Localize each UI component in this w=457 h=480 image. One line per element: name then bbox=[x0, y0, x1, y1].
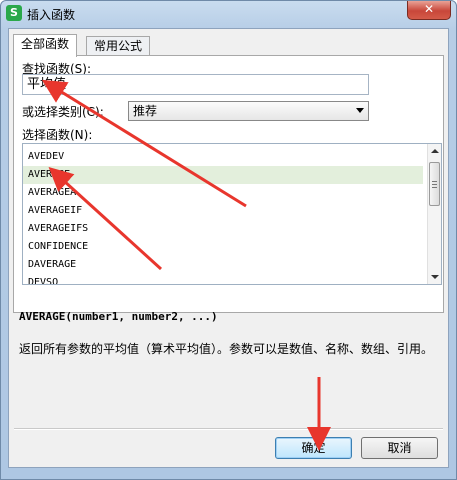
function-list-label: 选择函数(N): bbox=[22, 128, 93, 142]
insert-function-dialog: S 插入函数 ✕ 全部函数 常用公式 查找函数(S): 平均值 或选择类别(C)… bbox=[0, 0, 457, 480]
close-button[interactable]: ✕ bbox=[407, 1, 451, 20]
list-item[interactable]: AVERAGEIF bbox=[23, 202, 423, 220]
category-label: 或选择类别(C): bbox=[22, 105, 104, 119]
scroll-thumb[interactable] bbox=[429, 162, 440, 206]
list-scrollbar[interactable] bbox=[427, 144, 441, 284]
dialog-title: 插入函数 bbox=[27, 8, 76, 22]
list-item[interactable]: AVEDEV bbox=[23, 148, 423, 166]
list-item[interactable]: AVERAGEIFS bbox=[23, 220, 423, 238]
tab-all-functions[interactable]: 全部函数 bbox=[13, 34, 78, 57]
ok-button[interactable]: 确定 bbox=[275, 437, 352, 459]
app-logo-icon: S bbox=[6, 5, 22, 21]
function-syntax: AVERAGE(number1, number2, ...) bbox=[19, 310, 218, 323]
divider bbox=[14, 428, 443, 430]
tab-common-formulas[interactable]: 常用公式 bbox=[86, 36, 151, 57]
cancel-button[interactable]: 取消 bbox=[361, 437, 438, 459]
list-item-selected[interactable]: AVERAGE bbox=[23, 166, 423, 184]
search-input[interactable]: 平均值 bbox=[22, 74, 369, 95]
dialog-body: 全部函数 常用公式 查找函数(S): 平均值 或选择类别(C): 推荐 选择函数… bbox=[8, 28, 449, 468]
tab-panel: 查找函数(S): 平均值 或选择类别(C): 推荐 选择函数(N): AVEDE… bbox=[13, 55, 444, 313]
function-listbox[interactable]: AVEDEV AVERAGE AVERAGEA AVERAGEIF AVERAG… bbox=[22, 143, 442, 285]
title-bar[interactable]: S 插入函数 ✕ bbox=[1, 1, 456, 27]
function-description: 返回所有参数的平均值（算术平均值）。参数可以是数值、名称、数组、引用。 bbox=[19, 342, 434, 356]
category-select[interactable]: 推荐 bbox=[128, 101, 369, 121]
list-item[interactable]: DAVERAGE bbox=[23, 256, 423, 274]
scroll-up-icon[interactable] bbox=[428, 144, 441, 158]
chevron-down-icon bbox=[356, 108, 364, 113]
category-selected-value: 推荐 bbox=[133, 104, 158, 118]
list-item[interactable]: DEVSQ bbox=[23, 274, 423, 284]
scroll-down-icon[interactable] bbox=[428, 270, 441, 284]
list-item[interactable]: AVERAGEA bbox=[23, 184, 423, 202]
list-item[interactable]: CONFIDENCE bbox=[23, 238, 423, 256]
